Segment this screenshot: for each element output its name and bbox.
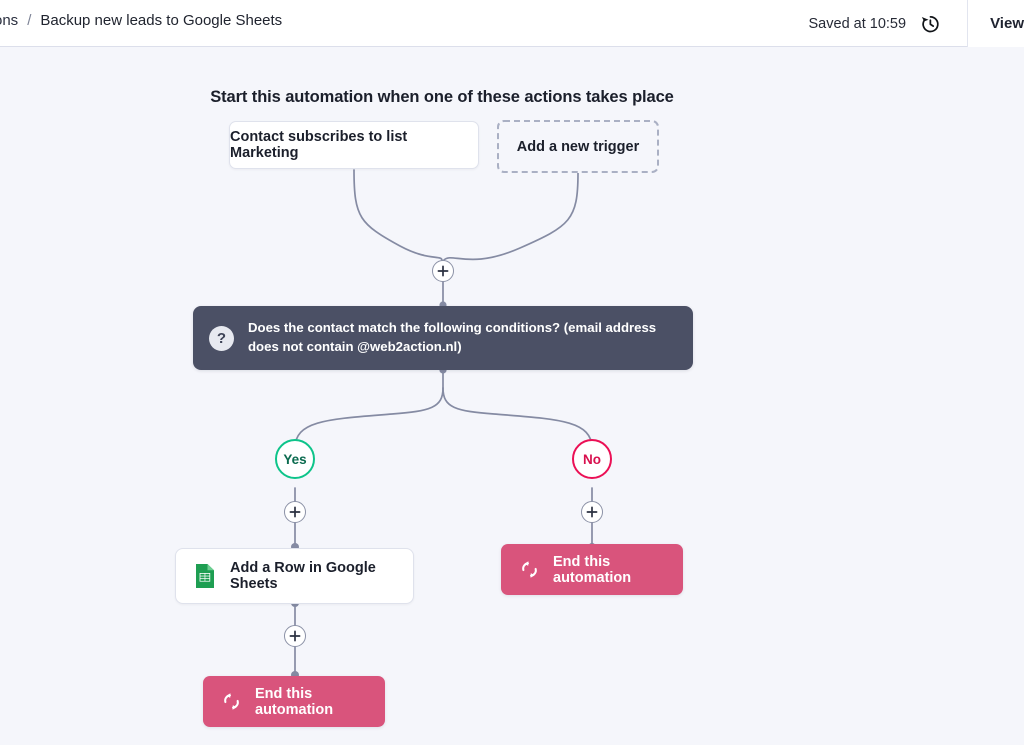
breadcrumb-separator: / xyxy=(27,12,31,29)
app-header: ons / Backup new leads to Google Sheets … xyxy=(0,0,1024,47)
branch-badge-yes-label: Yes xyxy=(283,452,306,467)
google-sheets-icon xyxy=(194,563,216,589)
plus-icon xyxy=(289,630,301,642)
plus-icon xyxy=(289,506,301,518)
flow-title: Start this automation when one of these … xyxy=(0,88,884,107)
automation-canvas[interactable]: Start this automation when one of these … xyxy=(0,48,1024,745)
header-actions: Saved at 10:59 View xyxy=(809,0,1024,47)
plus-icon xyxy=(437,265,449,277)
saved-status-text: Saved at 10:59 xyxy=(809,16,907,32)
view-button[interactable]: View xyxy=(967,0,1024,47)
trigger-card-add-new-trigger[interactable]: Add a new trigger xyxy=(497,120,659,173)
breadcrumb-root-link[interactable]: ons xyxy=(0,12,18,29)
add-step-button-after-trigger[interactable] xyxy=(432,260,454,282)
trigger-card-contact-subscribes[interactable]: Contact subscribes to list Marketing xyxy=(229,121,479,169)
end-automation-icon xyxy=(221,691,242,712)
branch-badge-no[interactable]: No xyxy=(572,439,612,479)
breadcrumb: ons / Backup new leads to Google Sheets xyxy=(0,12,282,29)
plus-icon xyxy=(586,506,598,518)
add-step-button-no-branch[interactable] xyxy=(581,501,603,523)
action-card-google-sheets[interactable]: Add a Row in Google Sheets xyxy=(175,548,414,604)
add-step-button-after-action[interactable] xyxy=(284,625,306,647)
end-automation-label: End this automation xyxy=(553,554,683,586)
condition-node-text: Does the contact match the following con… xyxy=(248,319,675,356)
end-automation-node-yes[interactable]: End this automation xyxy=(203,676,385,727)
end-automation-label: End this automation xyxy=(255,686,385,718)
history-clock-icon[interactable] xyxy=(919,13,941,35)
branch-badge-no-label: No xyxy=(583,452,601,467)
breadcrumb-current-page: Backup new leads to Google Sheets xyxy=(40,12,282,29)
add-step-button-yes-branch[interactable] xyxy=(284,501,306,523)
condition-node[interactable]: ? Does the contact match the following c… xyxy=(193,306,693,370)
add-trigger-label: Add a new trigger xyxy=(517,139,639,155)
action-card-label: Add a Row in Google Sheets xyxy=(230,560,413,592)
end-automation-node-no[interactable]: End this automation xyxy=(501,544,683,595)
end-automation-icon xyxy=(519,559,540,580)
trigger-card-label: Contact subscribes to list Marketing xyxy=(230,129,478,161)
question-mark-icon: ? xyxy=(209,326,234,351)
branch-badge-yes[interactable]: Yes xyxy=(275,439,315,479)
